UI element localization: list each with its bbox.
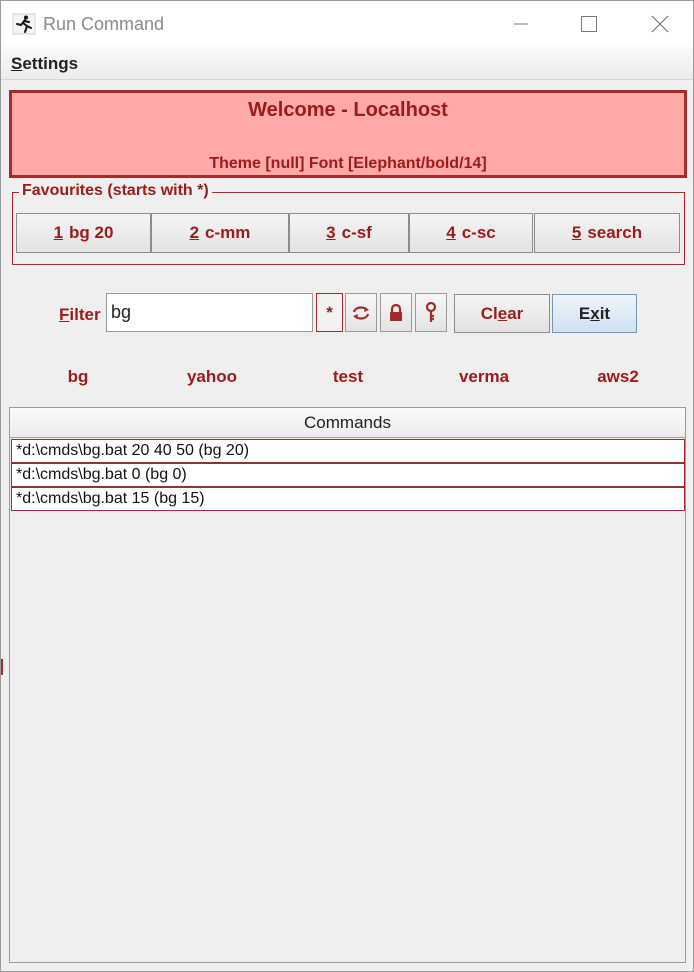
favourite-button-3[interactable]: 3 c-sf <box>289 213 409 253</box>
favourite-label: search <box>587 223 643 242</box>
settings-mnemonic: S <box>11 54 23 73</box>
title-bar[interactable]: Run Command <box>1 1 693 47</box>
star-label: * <box>326 302 333 322</box>
maximize-icon <box>581 16 597 32</box>
clear-label-start: Cl <box>480 303 498 323</box>
banner-title: Welcome - Localhost <box>248 99 448 121</box>
favourite-button-2[interactable]: 2 c-mm <box>151 213 289 253</box>
filter-mnemonic: F <box>59 305 70 324</box>
filter-input[interactable] <box>106 293 313 332</box>
favourite-button-5[interactable]: 5 search <box>534 213 680 253</box>
table-row[interactable]: *d:\cmds\bg.bat 15 (bg 15) <box>11 487 685 511</box>
banner-subtitle: Theme [null] Font [Elephant/bold/14] <box>209 155 487 172</box>
table-row[interactable]: *d:\cmds\bg.bat 0 (bg 0) <box>11 463 685 487</box>
clear-mnemonic: e <box>497 303 508 323</box>
running-man-icon <box>12 13 36 35</box>
settings-menu[interactable]: Settings <box>11 54 78 74</box>
key-button[interactable] <box>415 293 447 332</box>
minimize-icon <box>514 23 528 25</box>
close-button[interactable] <box>628 1 692 47</box>
quick-link-test[interactable]: test <box>298 367 398 387</box>
quick-link-verma[interactable]: verma <box>434 367 534 387</box>
commands-table[interactable]: Commands *d:\cmds\bg.bat 20 40 50 (bg 20… <box>9 407 686 963</box>
clear-label-end: ar <box>507 303 524 323</box>
favourite-button-1[interactable]: 1 bg 20 <box>16 213 151 253</box>
favourite-number: 3 <box>326 223 336 242</box>
favourites-only-toggle[interactable]: * <box>316 293 343 332</box>
favourites-legend: Favourites (starts with *) <box>19 182 212 200</box>
filter-label-text: ilter <box>69 305 101 324</box>
exit-button[interactable]: Ex it <box>552 294 637 333</box>
clear-button[interactable]: Cl e ar <box>454 294 550 333</box>
commands-column-header[interactable]: Commands <box>10 408 685 438</box>
favourite-label: c-mm <box>205 223 251 242</box>
refresh-button[interactable] <box>345 293 377 332</box>
quick-link-bg[interactable]: bg <box>28 367 128 387</box>
key-icon <box>425 301 437 322</box>
refresh-icon <box>352 305 370 320</box>
welcome-banner: Welcome - Localhost Theme [null] Font [E… <box>9 90 687 178</box>
maximize-button[interactable] <box>557 1 621 47</box>
favourite-number: 5 <box>571 223 582 242</box>
filter-label: Filter <box>59 305 101 325</box>
exit-mnemonic: x <box>590 303 600 323</box>
close-icon <box>651 15 669 33</box>
edge-marker <box>1 659 3 675</box>
menu-bar: Settings <box>1 47 693 80</box>
lock-button[interactable] <box>380 293 412 332</box>
favourite-label: c-sf <box>341 223 372 242</box>
settings-label: ettings <box>22 54 79 73</box>
exit-label-end: it <box>599 303 611 323</box>
favourite-label: bg 20 <box>69 223 114 242</box>
exit-label-start: E <box>578 303 591 323</box>
favourite-number: 1 <box>53 223 64 242</box>
quick-link-aws2[interactable]: aws2 <box>568 367 668 387</box>
table-row[interactable]: *d:\cmds\bg.bat 20 40 50 (bg 20) <box>11 439 685 463</box>
favourite-number: 2 <box>189 223 200 242</box>
favourite-button-4[interactable]: 4 c-sc <box>409 213 533 253</box>
window-title: Run Command <box>43 14 165 34</box>
minimize-button[interactable] <box>489 1 553 47</box>
quick-link-yahoo[interactable]: yahoo <box>162 367 262 387</box>
favourite-number: 4 <box>446 223 456 242</box>
lock-icon <box>390 303 402 321</box>
run-command-window: Run Command Settings Welcome - Localhost… <box>0 0 694 972</box>
favourites-group: Favourites (starts with *) 1 bg 20 2 c-mm … <box>12 182 685 265</box>
favourite-label: c-sc <box>461 223 496 242</box>
